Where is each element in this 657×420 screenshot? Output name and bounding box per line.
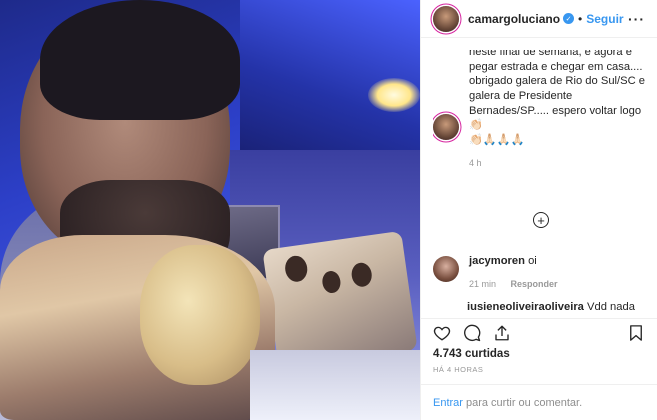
add-comment-bar: Entrar para curtir ou comentar. — [421, 384, 657, 420]
comment-time: 21 min — [469, 278, 497, 289]
comment-icon[interactable] — [463, 324, 481, 342]
comment-meta: 21 min Responder — [469, 277, 558, 292]
header-username[interactable]: camargoluciano — [468, 12, 560, 26]
post-header: camargoluciano ✓ • Seguir ··· — [421, 0, 657, 38]
comment-avatar[interactable] — [433, 256, 459, 282]
plus-circle-icon[interactable]: + — [533, 212, 549, 228]
action-bar — [421, 318, 657, 346]
comment-body: jacymoren oi 21 min Responder — [469, 254, 558, 291]
comment-text: oi — [528, 255, 537, 267]
caption-emojis: 👏🏻🙏🏻🙏🏻🙏🏻 — [469, 134, 525, 147]
login-link[interactable]: Entrar — [433, 397, 463, 409]
verified-icon: ✓ — [563, 13, 575, 24]
post-photo[interactable] — [0, 0, 420, 420]
caption-avatar[interactable] — [433, 114, 459, 140]
comment-row: jacymoren oi 21 min Responder — [433, 254, 649, 291]
ellipsis-icon[interactable]: ··· — [628, 11, 645, 27]
add-comment-text: para curtir ou comentar. — [465, 396, 583, 409]
ceiling-lamp — [368, 78, 420, 112]
load-more-comments[interactable]: + — [433, 212, 649, 228]
comment-text: Vdd nada — [587, 301, 635, 310]
caption-row: camargoluciano ✓ Como é bom, poder volta… — [433, 50, 649, 170]
caption-time: 4 h — [469, 157, 482, 168]
separator-dot: • — [578, 11, 583, 26]
follow-button[interactable]: Seguir — [586, 12, 623, 26]
cushion-blonde-hair — [140, 245, 260, 385]
caption-body: camargoluciano ✓ Como é bom, poder volta… — [469, 50, 649, 170]
bookmark-icon[interactable] — [627, 324, 645, 342]
comment-row: jusieneoliveiraoliveira Vdd nada — [467, 301, 649, 310]
man-face — [20, 0, 240, 290]
reply-button[interactable]: Responder — [511, 279, 558, 289]
avatar[interactable] — [433, 5, 459, 32]
caption-text: Como é bom, poder voltar pra casa com a … — [469, 50, 646, 132]
hair — [40, 0, 240, 120]
comment-username[interactable]: jacymoren — [469, 255, 525, 267]
ceiling — [240, 0, 420, 150]
family-pillow — [262, 230, 418, 370]
bed-sheet — [250, 350, 420, 420]
comments-list[interactable]: camargoluciano ✓ Como é bom, poder volta… — [433, 50, 649, 310]
comment-username[interactable]: jusieneoliveiraoliveira — [467, 301, 584, 310]
share-icon[interactable] — [493, 324, 511, 342]
heart-icon[interactable] — [433, 324, 451, 342]
post-time[interactable]: HÁ 4 HORAS — [433, 365, 483, 374]
post-side-panel: camargoluciano ✓ • Seguir ··· camargoluc… — [420, 0, 657, 420]
likes-count[interactable]: 4.743 curtidas — [433, 348, 510, 360]
